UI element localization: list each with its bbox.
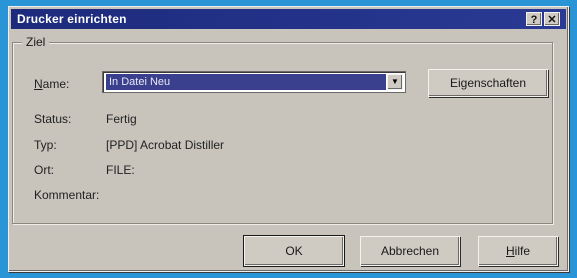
- close-title-button[interactable]: ✕: [544, 12, 560, 26]
- dropdown-button[interactable]: ▼: [387, 74, 403, 90]
- name-label: Name:: [34, 77, 70, 91]
- printer-name-select[interactable]: In Datei Neu ▼: [102, 71, 406, 93]
- printer-name-value: In Datei Neu: [106, 74, 386, 90]
- window-title: Drucker einrichten: [17, 12, 127, 26]
- location-label: Ort:: [34, 163, 54, 177]
- title-bar[interactable]: Drucker einrichten ? ✕: [11, 9, 566, 29]
- chevron-down-icon: ▼: [391, 77, 399, 86]
- groupbox-legend: Ziel: [22, 35, 50, 49]
- cancel-button[interactable]: Abbrechen: [360, 236, 460, 266]
- comment-label: Kommentar:: [34, 188, 100, 202]
- properties-button[interactable]: Eigenschaften: [428, 69, 548, 97]
- ok-button[interactable]: OK: [243, 235, 345, 267]
- close-icon: ✕: [547, 14, 557, 26]
- status-label: Status:: [34, 112, 72, 126]
- location-value: FILE:: [106, 163, 135, 177]
- help-button[interactable]: Hilfe: [478, 236, 558, 266]
- help-title-button[interactable]: ?: [526, 12, 542, 26]
- type-value: [PPD] Acrobat Distiller: [106, 138, 225, 152]
- type-label: Typ:: [34, 138, 57, 152]
- question-icon: ?: [530, 14, 538, 26]
- status-value: Fertig: [106, 112, 137, 126]
- desktop-background: Drucker einrichten ? ✕ Ziel Name: In Dat…: [0, 0, 577, 278]
